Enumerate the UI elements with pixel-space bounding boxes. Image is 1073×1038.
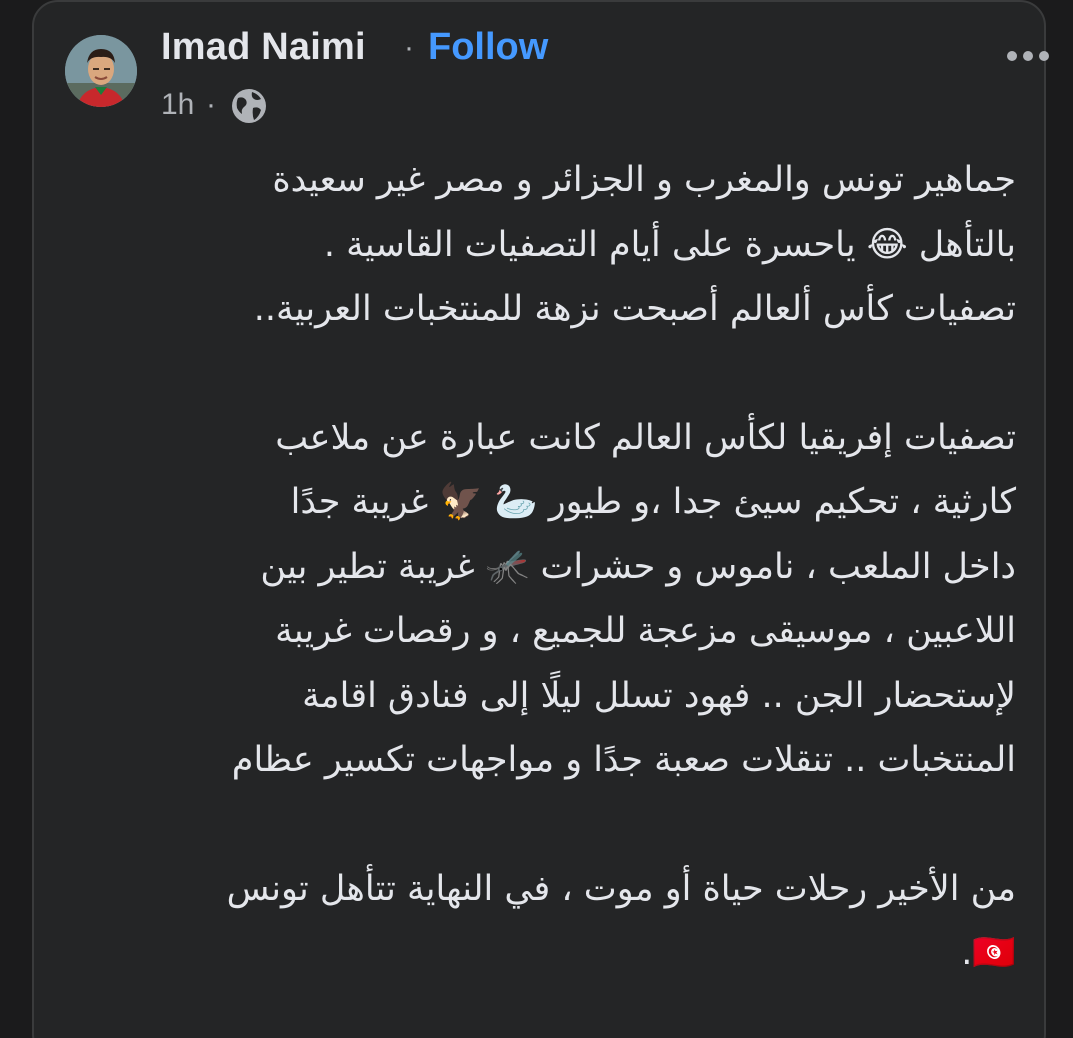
post-line: المنتخبات .. تنقلات صعبة جدًا و مواجهات … xyxy=(231,740,1016,780)
post-line: جماهير تونس والمغرب و الجزائر و مصر غير … xyxy=(272,160,1016,200)
post-line: بالتأهل 😂 ياحسرة على أيام التصفيات القاس… xyxy=(323,224,1016,265)
post-line: تصفيات كأس ألعالم أصبحت نزهة للمنتخبات ا… xyxy=(253,289,1016,329)
more-options-button[interactable] xyxy=(1000,38,1060,74)
post-line: لإستحضار الجن .. فهود تسلل ليلًا إلى فنا… xyxy=(302,675,1016,716)
post-line: تصفيات إفريقيا لكأس العالم كانت عبارة عن… xyxy=(275,417,1016,458)
author-name[interactable]: Imad Naimi xyxy=(161,26,366,69)
avatar[interactable] xyxy=(65,35,137,107)
post-line: داخل الملعب ، ناموس و حشرات 🦟 غريبة تطير… xyxy=(260,546,1016,587)
post-line: 🇹🇳. xyxy=(961,933,1016,973)
timestamp-separator: · xyxy=(206,88,216,121)
post-line: كارثية ، تحكيم سيئ جدا ،و طيور 🦢 🦅 غريبة… xyxy=(290,482,1016,522)
post-line: اللاعبين ، موسيقى مزعجة للجميع ، و رقصات… xyxy=(275,611,1016,651)
post-body: جماهير تونس والمغرب و الجزائر و مصر غير … xyxy=(80,148,1016,986)
profile-picture xyxy=(65,35,137,107)
follow-button[interactable]: Follow xyxy=(428,26,548,69)
post-line: من الأخير رحلات حياة أو موت ، في النهاية… xyxy=(226,868,1016,909)
globe-icon xyxy=(232,89,266,123)
header-separator: · xyxy=(404,31,414,64)
more-horizontal-icon[interactable] xyxy=(1000,38,1060,74)
post-timestamp[interactable]: 1h xyxy=(161,88,194,122)
audience-button[interactable] xyxy=(229,86,269,126)
